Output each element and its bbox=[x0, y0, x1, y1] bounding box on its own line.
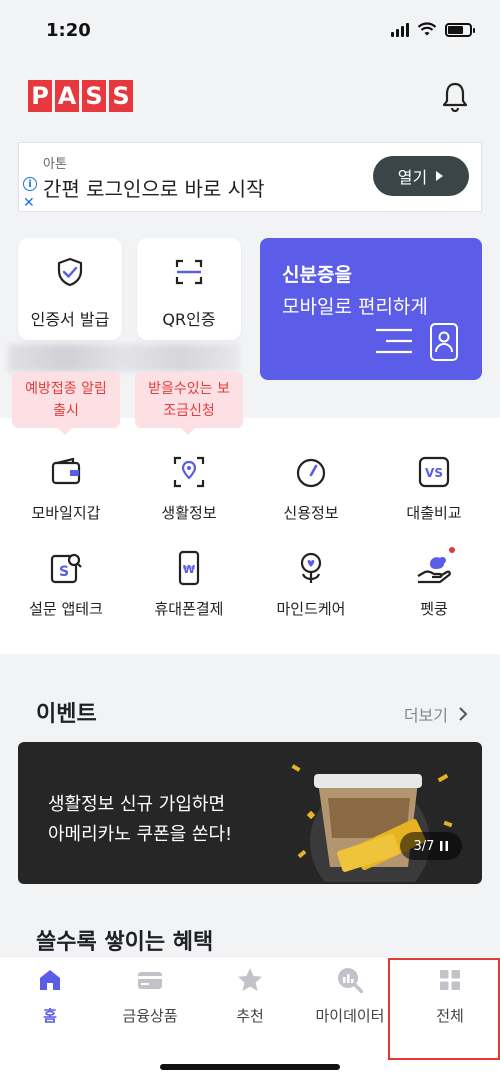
qr-auth-button[interactable]: QR인증 bbox=[137, 238, 241, 340]
close-icon[interactable]: ✕ bbox=[23, 195, 35, 211]
app-header: PASS bbox=[0, 64, 500, 134]
tab-all-highlight-box bbox=[388, 958, 500, 1060]
chevron-right-icon bbox=[459, 707, 468, 721]
pass-logo: PASS bbox=[28, 80, 133, 112]
ad-sponsor: 아톤 bbox=[43, 157, 67, 172]
bell-icon[interactable] bbox=[440, 80, 470, 112]
info-icon[interactable]: i bbox=[23, 177, 37, 191]
star-icon bbox=[238, 968, 262, 991]
vs-icon: VS bbox=[418, 456, 450, 488]
blurred-text bbox=[8, 344, 240, 372]
mobile-id-card-banner[interactable]: 신분증을 모바일로 편리하게 bbox=[260, 238, 482, 380]
service-life-info[interactable]: 생활정보 bbox=[129, 454, 249, 523]
service-mind-care[interactable]: 마인드케어 bbox=[251, 550, 371, 619]
pet-hand-icon bbox=[417, 547, 455, 584]
battery-icon bbox=[445, 22, 475, 37]
banner-counter[interactable]: 3/7 bbox=[400, 832, 462, 860]
banner-line1: 생활정보 신규 가입하면 bbox=[48, 794, 226, 815]
service-petkung[interactable]: 펫쿵 bbox=[374, 547, 494, 619]
service-survey[interactable]: S 설문 앱테크 bbox=[6, 550, 126, 619]
subsidy-tooltip[interactable]: 받을수있는 보 조금신청 bbox=[135, 372, 243, 435]
signal-icon bbox=[391, 22, 409, 37]
svg-text:VS: VS bbox=[425, 466, 443, 480]
events-more-link[interactable]: 더보기 bbox=[404, 702, 468, 726]
tab-mydata[interactable]: 마이데이터 bbox=[300, 967, 400, 1026]
banner-line2: 아메리카노 쿠폰을 쏜다! bbox=[48, 824, 233, 845]
lines-icon bbox=[376, 328, 412, 354]
ad-banner[interactable]: 아톤 i ✕ 간편 로그인으로 바로 시작 열기 bbox=[18, 142, 482, 212]
svg-text:S: S bbox=[59, 564, 69, 580]
service-mobile-wallet[interactable]: 모바일지갑 bbox=[6, 454, 126, 523]
events-title: 이벤트 bbox=[36, 702, 97, 727]
card-icon bbox=[138, 972, 162, 989]
service-phone-payment[interactable]: ₩ 휴대폰결제 bbox=[129, 550, 249, 619]
location-grid-icon bbox=[173, 456, 205, 488]
id-person-icon bbox=[430, 323, 458, 361]
service-loan-compare[interactable]: VS 대출비교 bbox=[374, 454, 494, 523]
gauge-icon bbox=[296, 458, 326, 488]
cert-issue-label: 인증서 발급 bbox=[30, 310, 110, 329]
qr-auth-label: QR인증 bbox=[162, 310, 216, 329]
event-banner[interactable]: 생활정보 신규 가입하면 아메리카노 쿠폰을 쏜다! 3/7 bbox=[18, 742, 482, 884]
flower-icon bbox=[300, 552, 322, 583]
home-icon bbox=[40, 970, 60, 990]
id-card-subtitle: 모바일로 편리하게 bbox=[282, 296, 428, 318]
svg-text:₩: ₩ bbox=[183, 563, 195, 576]
survey-search-icon: S bbox=[50, 553, 82, 584]
qr-scan-icon bbox=[175, 259, 203, 285]
phone-payment-icon: ₩ bbox=[178, 550, 200, 586]
status-icons bbox=[391, 22, 475, 37]
data-search-icon bbox=[338, 968, 363, 993]
ad-open-button[interactable]: 열기 bbox=[373, 156, 469, 196]
play-icon bbox=[436, 171, 444, 181]
tab-recommend[interactable]: 추천 bbox=[200, 967, 300, 1026]
tab-financial-products[interactable]: 금융상품 bbox=[100, 967, 200, 1026]
benefits-title: 쓸수록 쌓이는 혜택 bbox=[36, 930, 214, 955]
coffee-cup-illustration bbox=[291, 764, 453, 882]
shield-check-icon bbox=[57, 257, 83, 287]
home-indicator[interactable] bbox=[160, 1064, 340, 1070]
wifi-icon bbox=[417, 22, 437, 36]
tab-home[interactable]: 홈 bbox=[0, 967, 100, 1026]
ad-title: 간편 로그인으로 바로 시작 bbox=[43, 177, 265, 201]
cert-issue-button[interactable]: 인증서 발급 bbox=[18, 238, 122, 340]
id-card-title: 신분증을 bbox=[282, 264, 352, 286]
status-bar: 1:20 bbox=[0, 0, 500, 64]
status-time: 1:20 bbox=[46, 20, 91, 41]
wallet-icon bbox=[51, 457, 81, 485]
pause-icon bbox=[440, 841, 449, 851]
service-credit-info[interactable]: 신용정보 bbox=[251, 454, 371, 523]
vaccine-alert-tooltip[interactable]: 예방접종 알림 출시 bbox=[12, 372, 120, 435]
